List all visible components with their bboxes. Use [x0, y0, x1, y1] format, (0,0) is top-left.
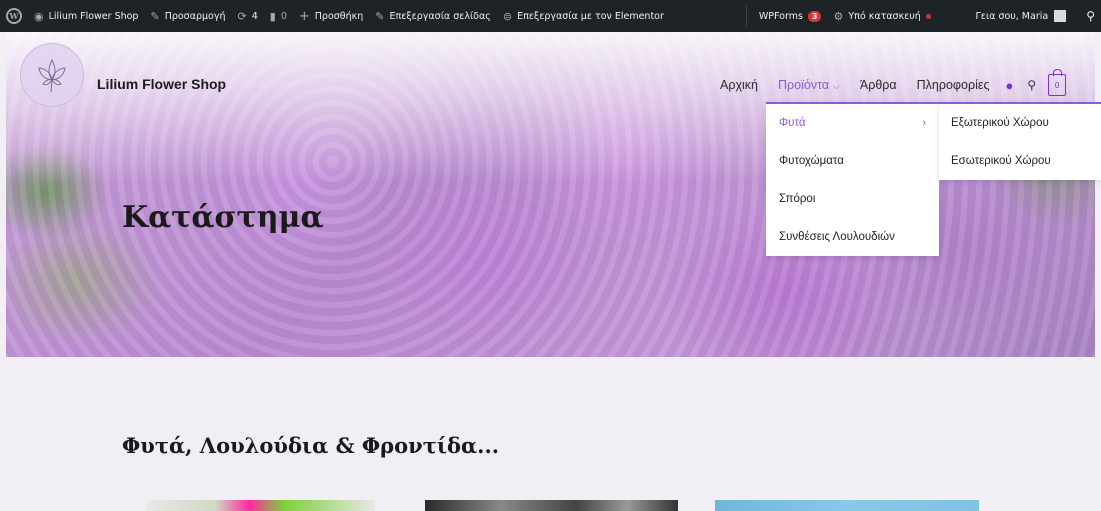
product-card-image[interactable]: [147, 500, 375, 511]
cart-count: 0: [1054, 80, 1060, 90]
customize-link[interactable]: ✎ Προσαρμογή: [144, 0, 231, 32]
new-label: Προσθήκη: [314, 10, 364, 22]
plants-submenu: Εξωτερικού Χώρου Εσωτερικού Χώρου: [939, 102, 1101, 180]
admin-bar: W ◉ Lilium Flower Shop ✎ Προσαρμογή ⟳ 4 …: [0, 0, 1101, 32]
adminbar-divider: [745, 6, 747, 26]
product-card-image[interactable]: [425, 500, 678, 511]
comment-icon: ▮: [269, 9, 276, 23]
adminbar-search-button[interactable]: ⚲: [1072, 0, 1101, 32]
site-name-link[interactable]: ◉ Lilium Flower Shop: [28, 0, 144, 32]
edit-elementor-label: Επεξεργασία με τον Elementor: [517, 10, 664, 22]
edit-page-link[interactable]: ✎ Επεξεργασία σελίδας: [369, 0, 497, 32]
avatar: [1054, 10, 1067, 22]
comments-link[interactable]: ▮ 0: [264, 0, 293, 32]
submenu-item-outdoor[interactable]: Εξωτερικού Χώρου: [939, 104, 1101, 142]
maintenance-label: Υπό κατασκευή: [848, 10, 921, 22]
dropdown-item-plants[interactable]: Φυτά ›: [766, 104, 939, 142]
dropdown-item-arrangements[interactable]: Συνθέσεις Λουλουδιών: [766, 218, 939, 256]
site-name-label: Lilium Flower Shop: [48, 10, 139, 22]
gear-icon: ⚙: [833, 9, 844, 23]
refresh-icon: ⟳: [237, 9, 247, 23]
edit-elementor-link[interactable]: ⊜ Επεξεργασία με τον Elementor: [497, 0, 670, 32]
wpforms-link[interactable]: WPForms 3: [753, 0, 828, 32]
site-logo[interactable]: [20, 43, 84, 107]
product-card-image[interactable]: [715, 500, 979, 511]
brush-icon: ✎: [150, 9, 160, 23]
dropdown-item-soils[interactable]: Φυτοχώματα: [766, 142, 939, 180]
wpforms-badge: 3: [807, 10, 822, 22]
page-title: Κατάστημα: [122, 200, 324, 235]
section-heading: Φυτά, Λουλούδια & Φροντίδα...: [122, 433, 500, 458]
palette-icon: ◉: [34, 9, 44, 23]
submenu-item-label: Εσωτερικού Χώρου: [951, 155, 1051, 167]
site-title[interactable]: Lilium Flower Shop: [97, 76, 226, 92]
dropdown-item-seeds[interactable]: Σπόροι: [766, 180, 939, 218]
dropdown-item-label: Συνθέσεις Λουλουδιών: [779, 231, 895, 243]
new-content-link[interactable]: + Προσθήκη: [293, 0, 369, 32]
submenu-item-label: Εξωτερικού Χώρου: [951, 117, 1049, 129]
my-account-link[interactable]: Γεια σου, Maria: [970, 0, 1073, 32]
customize-label: Προσαρμογή: [164, 10, 226, 22]
comments-count: 0: [280, 10, 287, 22]
user-account-icon[interactable]: ●: [1005, 78, 1013, 93]
main-navigation: Αρχική Προϊόντα ⌵ Άρθρα Πληροφορίες ● ⚲ 0: [720, 69, 1067, 96]
chevron-right-icon: ›: [922, 117, 926, 129]
submenu-item-indoor[interactable]: Εσωτερικού Χώρου: [939, 142, 1101, 180]
dropdown-item-label: Σπόροι: [779, 193, 816, 205]
nav-item-info[interactable]: Πληροφορίες: [917, 78, 990, 92]
wordpress-icon: W: [6, 8, 22, 24]
updates-count: 4: [251, 10, 258, 22]
maintenance-link[interactable]: ⚙ Υπό κατασκευή: [827, 0, 936, 32]
wordpress-logo-button[interactable]: W: [0, 0, 28, 32]
products-dropdown-menu: Φυτά › Φυτοχώματα Σπόροι Συνθέσεις Λουλο…: [766, 102, 939, 256]
adminbar-spacer: [670, 0, 740, 32]
chevron-down-icon: ⌵: [833, 81, 840, 91]
nav-item-home[interactable]: Αρχική: [720, 78, 758, 92]
wpforms-label: WPForms: [758, 10, 803, 22]
nav-item-articles[interactable]: Άρθρα: [860, 78, 897, 92]
search-icon: ⚲: [1086, 9, 1095, 23]
status-dot-icon: [925, 13, 931, 19]
lily-logo-icon: [38, 58, 66, 93]
dropdown-item-label: Φυτά: [779, 117, 806, 129]
nav-item-products[interactable]: Προϊόντα ⌵: [778, 78, 840, 92]
plus-icon: +: [298, 8, 310, 24]
edit-page-label: Επεξεργασία σελίδας: [389, 10, 491, 22]
pencil-icon: ✎: [375, 9, 385, 23]
search-icon[interactable]: ⚲: [1027, 78, 1036, 92]
elementor-icon: ⊜: [502, 9, 513, 23]
greeting-label: Γεια σου, Maria: [975, 10, 1049, 22]
cart-button[interactable]: 0: [1048, 69, 1067, 96]
dropdown-item-label: Φυτοχώματα: [779, 155, 844, 167]
nav-item-products-label: Προϊόντα: [778, 78, 830, 92]
updates-link[interactable]: ⟳ 4: [232, 0, 264, 32]
